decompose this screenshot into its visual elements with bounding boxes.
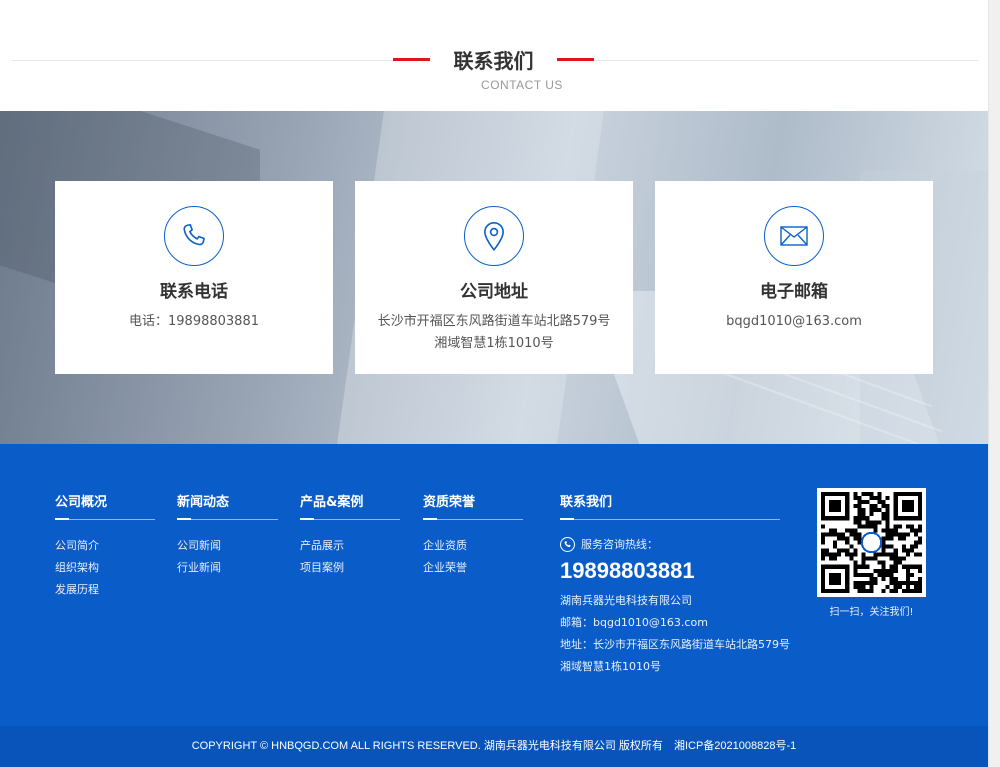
email-address-text[interactable]: bqgd1010@163.com [655, 311, 933, 333]
footer-column-news: 新闻动态 公司新闻 行业新闻 [177, 491, 278, 582]
footer-column-divider [177, 518, 278, 520]
contact-section-header: 联系我们 CONTACT US [0, 0, 988, 111]
section-subtitle: CONTACT US [481, 78, 563, 92]
site-footer: 公司概况 公司简介 组织架构 发展历程 新闻动态 公司新闻 行业新闻 产品&案例… [0, 444, 988, 726]
mail-icon [764, 206, 824, 266]
footer-company-name: 湖南兵器光电科技有限公司 [560, 594, 692, 607]
wechat-qr-code [817, 488, 926, 597]
qr-caption: 扫一扫，关注我们! [829, 607, 914, 618]
footer-column-title[interactable]: 新闻动态 [177, 491, 278, 511]
footer-link-org-structure[interactable]: 组织架构 [55, 560, 155, 582]
location-pin-icon [464, 206, 524, 266]
footer-link-products[interactable]: 产品展示 [300, 538, 400, 560]
copyright-text: COPYRIGHT © HNBQGD.COM ALL RIGHTS RESERV… [191, 740, 663, 752]
footer-column-title[interactable]: 联系我们 [560, 491, 780, 511]
footer-link-honors[interactable]: 企业荣誉 [423, 560, 523, 582]
email-card: 电子邮箱 bqgd1010@163.com [655, 181, 933, 374]
address-card: 公司地址 长沙市开福区东风路街道车站北路579号 湘域智慧1栋1010号 [355, 181, 633, 374]
footer-column-divider [300, 518, 400, 520]
phone-number-text[interactable]: 电话：19898803881 [55, 311, 333, 333]
address-line-2: 湘域智慧1栋1010号 [434, 336, 554, 351]
footer-column-divider [55, 518, 155, 520]
phone-icon [164, 206, 224, 266]
hotline-number[interactable]: 19898803881 [560, 558, 780, 584]
footer-column-title[interactable]: 产品&案例 [300, 491, 400, 511]
footer-link-company-intro[interactable]: 公司简介 [55, 538, 155, 560]
title-accent-left [393, 58, 435, 61]
footer-column-honors: 资质荣誉 企业资质 企业荣誉 [423, 491, 523, 582]
footer-link-industry-news[interactable]: 行业新闻 [177, 560, 278, 582]
footer-link-history[interactable]: 发展历程 [55, 582, 155, 604]
hotline-label: 服务咨询热线： [560, 536, 780, 552]
phone-card: 联系电话 电话：19898803881 [55, 181, 333, 374]
address-line-1: 长沙市开福区东风路街道车站北路579号 [377, 314, 611, 329]
address-card-title: 公司地址 [460, 282, 528, 302]
footer-link-qualifications[interactable]: 企业资质 [423, 538, 523, 560]
footer-column-title[interactable]: 公司概况 [55, 491, 155, 511]
phone-card-title: 联系电话 [160, 282, 228, 302]
contact-banner: 联系电话 电话：19898803881 公司地址 长沙市开福区东风路街道车站北路… [0, 111, 988, 444]
address-card-text: 长沙市开福区东风路街道车站北路579号 湘域智慧1栋1010号 [355, 311, 633, 355]
footer-column-company: 公司概况 公司简介 组织架构 发展历程 [55, 491, 155, 604]
email-card-title: 电子邮箱 [760, 282, 828, 302]
footer-contact-details: 湖南兵器光电科技有限公司 邮箱：bqgd1010@163.com 地址：长沙市开… [560, 590, 790, 678]
footer-link-cases[interactable]: 项目案例 [300, 560, 400, 582]
icp-number[interactable]: 湘ICP备2021008828号-1 [674, 740, 796, 752]
phone-icon [560, 536, 575, 552]
footer-column-divider [423, 518, 523, 520]
footer-column-divider [560, 518, 780, 520]
title-accent-right [552, 58, 594, 61]
page-scrollbar[interactable] [988, 0, 1000, 767]
footer-link-company-news[interactable]: 公司新闻 [177, 538, 278, 560]
footer-address-line-1: 地址：长沙市开福区东风路街道车站北路579号 [560, 638, 790, 651]
footer-column-products: 产品&案例 产品展示 项目案例 [300, 491, 400, 582]
email-card-text: bqgd1010@163.com [655, 311, 933, 333]
footer-column-title[interactable]: 资质荣誉 [423, 491, 523, 511]
section-title: 联系我们 [430, 47, 557, 75]
footer-column-contact: 联系我们 服务咨询热线： 19898803881 湖南兵器光电科技有限公司 邮箱… [560, 491, 790, 678]
phone-card-text: 电话：19898803881 [55, 311, 333, 333]
footer-address-line-2: 湘域智慧1栋1010号 [560, 660, 661, 673]
copyright-bar: COPYRIGHT © HNBQGD.COM ALL RIGHTS RESERV… [0, 726, 988, 767]
footer-email: 邮箱：bqgd1010@163.com [560, 616, 708, 629]
hotline-label-text: 服务咨询热线： [581, 538, 658, 551]
